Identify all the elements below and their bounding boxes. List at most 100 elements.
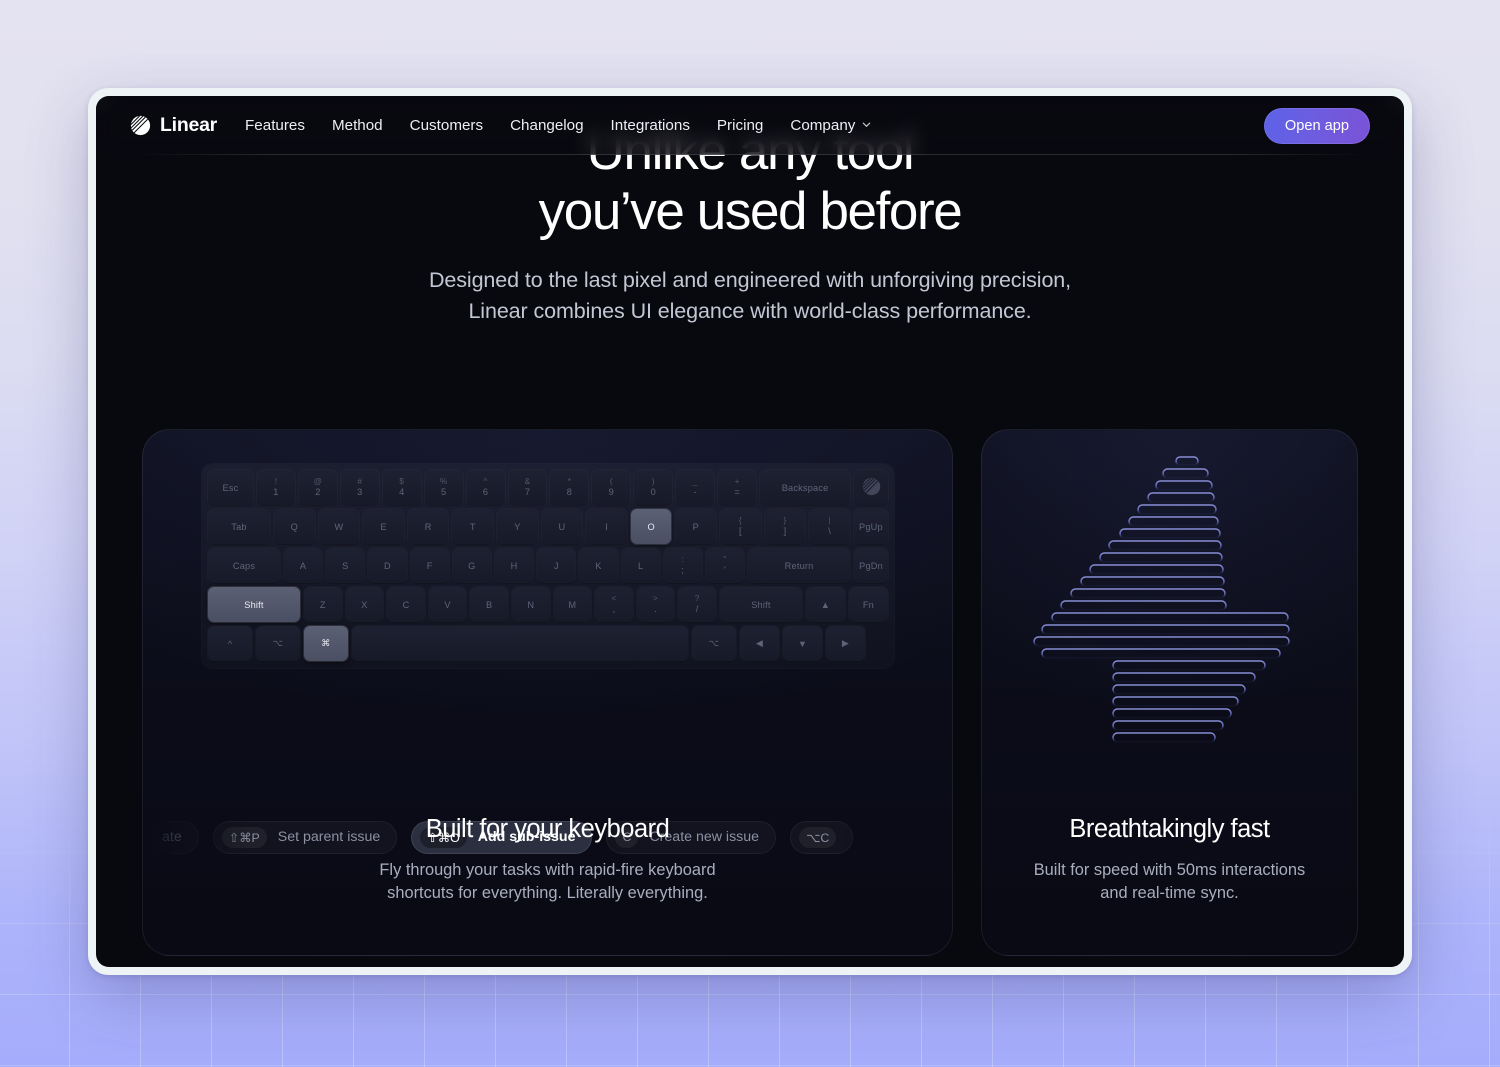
key-backspace[interactable]: Backspace: [760, 470, 851, 505]
key-esc[interactable]: Esc: [208, 470, 253, 505]
key-k[interactable]: K: [579, 548, 618, 583]
key-bottom-label: 6: [482, 487, 489, 497]
key-quote[interactable]: " ': [705, 548, 745, 583]
key-pgdn[interactable]: PgDn: [854, 548, 889, 583]
key-bottom-label: 9: [608, 487, 614, 497]
key-bottom-label: /: [695, 604, 699, 614]
key-o[interactable]: O: [630, 509, 672, 544]
key-bottom-label: 1: [273, 487, 279, 497]
brand-logo-link[interactable]: Linear: [130, 114, 217, 137]
key-arrow-down[interactable]: ▼: [783, 626, 822, 661]
key-3[interactable]: #3: [340, 470, 379, 505]
key-5[interactable]: % 5: [424, 470, 463, 505]
key-shift-left[interactable]: Shift: [208, 587, 300, 622]
key-arrow-left[interactable]: ◀: [740, 626, 779, 661]
key-tab[interactable]: Tab: [208, 509, 270, 544]
nav-link-label: Changelog: [510, 117, 584, 134]
virtual-keyboard[interactable]: Esc !1 @2 #3 $4 %5 ^6 &7 *8 (9 )0: [202, 464, 894, 668]
key-control[interactable]: ^: [208, 626, 252, 661]
nav-link-company[interactable]: Company: [790, 117, 872, 134]
key-caps[interactable]: Caps: [208, 548, 280, 583]
key-arrow-up[interactable]: ▲: [805, 587, 845, 622]
nav-link-changelog[interactable]: Changelog: [510, 117, 583, 134]
key-return[interactable]: Return: [748, 548, 851, 583]
key-top-label: @: [313, 476, 323, 486]
key-d[interactable]: D: [368, 548, 407, 583]
key-option-left[interactable]: ⌥: [256, 626, 300, 661]
nav-link-label: Customers: [409, 117, 484, 134]
key-equals[interactable]: + =: [718, 470, 757, 505]
key-q[interactable]: Q: [274, 509, 315, 544]
key-l[interactable]: L: [621, 548, 660, 583]
key-b[interactable]: B: [470, 587, 508, 622]
nav-link-label: Integrations: [610, 117, 690, 134]
key-u[interactable]: U: [541, 509, 583, 544]
key-option-right[interactable]: ⌥: [692, 626, 736, 661]
key-e[interactable]: E: [363, 509, 404, 544]
nav-link-features[interactable]: Features: [245, 117, 305, 134]
key-8[interactable]: * 8: [550, 470, 589, 505]
key-semicolon[interactable]: :;: [663, 548, 702, 583]
key-f[interactable]: F: [410, 548, 449, 583]
key-space[interactable]: [352, 626, 688, 661]
key-bracket-left[interactable]: {[: [720, 509, 761, 544]
nav-link-pricing[interactable]: Pricing: [717, 117, 763, 134]
key-j[interactable]: J: [537, 548, 576, 583]
key-i[interactable]: I: [586, 509, 627, 544]
nav-link-integrations[interactable]: Integrations: [611, 117, 690, 134]
key-linear-logo[interactable]: [854, 470, 889, 505]
key-g[interactable]: G: [452, 548, 491, 583]
key-command[interactable]: ⌘: [304, 626, 348, 661]
key-bottom-label: 4: [399, 487, 405, 497]
key-shift-right[interactable]: Shift: [719, 587, 802, 622]
key-9[interactable]: (9: [592, 470, 631, 505]
key-bottom-label: 0: [650, 487, 656, 497]
key-comma[interactable]: <,: [595, 587, 633, 622]
key-h[interactable]: H: [494, 548, 534, 583]
key-4[interactable]: $4: [382, 470, 421, 505]
key-z[interactable]: Z: [304, 587, 342, 622]
key-w[interactable]: W: [318, 509, 360, 544]
key-top-label: ": [723, 554, 727, 564]
key-t[interactable]: T: [452, 509, 494, 544]
key-0[interactable]: ) 0: [634, 470, 673, 505]
key-bottom-label: ,: [612, 604, 616, 614]
key-1[interactable]: ! 1: [257, 470, 295, 505]
feature-card-keyboard: Esc !1 @2 #3 $4 %5 ^6 &7 *8 (9 )0: [142, 429, 953, 956]
key-p[interactable]: P: [675, 509, 717, 544]
key-m[interactable]: M: [553, 587, 592, 622]
key-top-label: ): [651, 476, 655, 486]
key-c[interactable]: C: [387, 587, 425, 622]
key-fn[interactable]: Fn: [848, 587, 888, 622]
key-bottom-label: 2: [315, 487, 321, 497]
nav-link-label: Method: [331, 117, 383, 134]
key-top-label: %: [439, 476, 448, 486]
key-bracket-right[interactable]: }]: [764, 509, 806, 544]
key-bottom-label: .: [654, 604, 657, 614]
key-arrow-right[interactable]: ▶: [826, 626, 865, 661]
nav-link-method[interactable]: Method: [332, 117, 383, 134]
key-2[interactable]: @2: [298, 470, 337, 505]
key-period[interactable]: >.: [636, 587, 675, 622]
browser-viewport: Unlike any tool you’ve used before Desig…: [96, 96, 1404, 967]
key-n[interactable]: N: [511, 587, 550, 622]
open-app-button[interactable]: Open app: [1263, 107, 1370, 144]
key-s[interactable]: S: [326, 548, 365, 583]
site-navigation-bar: Linear Features Method Customers Changel…: [96, 96, 1404, 155]
key-bottom-label: -: [693, 487, 697, 497]
key-6[interactable]: ^ 6: [466, 470, 505, 505]
key-y[interactable]: Y: [497, 509, 538, 544]
key-x[interactable]: X: [345, 587, 384, 622]
key-r[interactable]: R: [407, 509, 449, 544]
key-pgup[interactable]: PgUp: [853, 509, 888, 544]
key-v[interactable]: V: [428, 587, 467, 622]
key-slash[interactable]: ? /: [678, 587, 716, 622]
key-bottom-label: ]: [783, 526, 787, 536]
key-backslash[interactable]: | \: [809, 509, 850, 544]
key-a[interactable]: A: [284, 548, 323, 583]
key-bottom-label: 5: [440, 487, 447, 497]
key-minus[interactable]: _ -: [676, 470, 715, 505]
key-bottom-label: 7: [524, 487, 531, 497]
nav-link-customers[interactable]: Customers: [410, 117, 483, 134]
key-7[interactable]: & 7: [508, 470, 547, 505]
